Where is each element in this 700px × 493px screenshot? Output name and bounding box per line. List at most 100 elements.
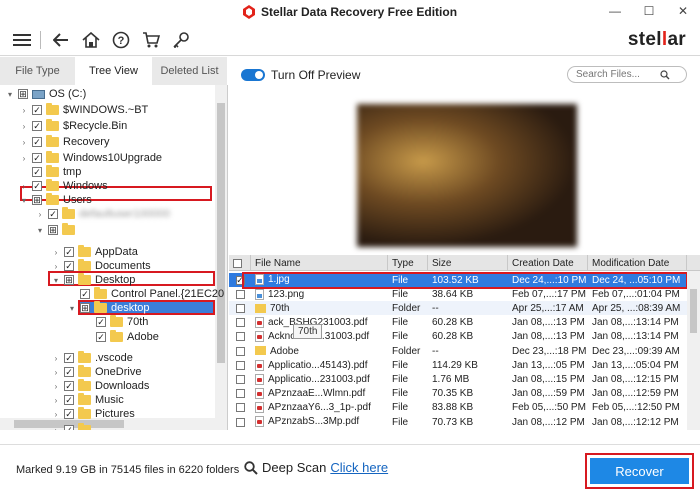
select-all-checkbox[interactable] — [233, 258, 242, 268]
tree-item[interactable]: ✓ Control Panel.{21EC20 — [68, 287, 224, 301]
tree-item-checkbox[interactable]: ⊞ — [64, 275, 74, 285]
tree-item-checkbox[interactable]: ✓ — [64, 425, 74, 430]
tree-item[interactable]: › ✓ .vscode — [52, 351, 133, 365]
tree-item-checkbox[interactable]: ✓ — [64, 353, 74, 363]
column-header-creation-date[interactable]: Creation Date — [508, 255, 588, 271]
tree-item-checkbox[interactable]: ✓ — [64, 409, 74, 419]
tree-scroll-thumb[interactable] — [217, 103, 225, 363]
tree-item[interactable]: ✓ tmp — [20, 165, 81, 179]
tab-deleted-list[interactable]: Deleted List — [152, 57, 228, 85]
file-row-checkbox[interactable] — [235, 332, 245, 342]
expand-arrow-icon[interactable]: › — [52, 410, 60, 419]
search-box[interactable] — [567, 66, 687, 83]
file-row-checkbox[interactable] — [235, 303, 245, 313]
file-row-checkbox-cell[interactable] — [229, 346, 251, 356]
tree-item-checkbox[interactable]: ⊞ — [80, 303, 90, 313]
column-header-size[interactable]: Size — [428, 255, 508, 271]
expand-arrow-icon[interactable]: › — [52, 354, 60, 363]
expand-arrow-icon[interactable]: › — [52, 248, 60, 257]
search-icon[interactable] — [660, 69, 670, 80]
file-row-checkbox-cell[interactable] — [229, 289, 251, 299]
tree-item[interactable]: › ✓ Windows — [20, 179, 108, 193]
tree-item[interactable]: ▾ ⊞ Desktop — [52, 273, 135, 287]
tree-item-checkbox[interactable]: ✓ — [64, 261, 74, 271]
tree-item[interactable]: › ✓ Downloads — [52, 379, 149, 393]
preview-toggle[interactable] — [241, 69, 265, 81]
file-row-checkbox-cell[interactable] — [229, 389, 251, 399]
recover-button[interactable]: Recover — [590, 458, 689, 484]
tree-item-checkbox[interactable]: ✓ — [48, 209, 58, 219]
file-row[interactable]: Applicatio...45143).pdf File 114.29 KB Jan … — [229, 358, 687, 372]
search-input[interactable] — [576, 69, 660, 80]
tree-item[interactable]: › ✓ Documents — [52, 259, 151, 273]
file-row-checkbox-cell[interactable] — [229, 360, 251, 370]
tree-item[interactable]: ▾ ⊞ — [36, 223, 79, 237]
tree-item-checkbox[interactable]: ✓ — [32, 137, 42, 147]
tree-item[interactable]: › ✓ Recovery — [20, 135, 109, 149]
deep-scan-link[interactable]: Click here — [330, 460, 388, 475]
tree-item[interactable]: ✓ 70th — [84, 315, 148, 329]
expand-arrow-icon[interactable]: › — [20, 138, 28, 147]
tree-item-checkbox[interactable]: ✓ — [32, 181, 42, 191]
maximize-button[interactable]: ☐ — [632, 0, 666, 22]
tree-item-checkbox[interactable]: ⊞ — [18, 89, 28, 99]
tree-item[interactable]: › ✓ OneDrive — [52, 365, 141, 379]
tree-item-checkbox[interactable]: ✓ — [64, 247, 74, 257]
expand-arrow-icon[interactable] — [20, 168, 28, 176]
tree-item-checkbox[interactable]: ✓ — [32, 105, 42, 115]
expand-arrow-icon[interactable] — [68, 290, 76, 298]
file-row[interactable]: APznzaaE...Wlmn.pdf File 70.35 KB Jan 08,..… — [229, 387, 687, 401]
tree-item[interactable]: ▾ ⊞ desktop — [68, 301, 150, 315]
file-row[interactable]: Adobe Folder -- Dec 23,...:18 PM Dec 23,...:… — [229, 344, 687, 358]
tab-file-type[interactable]: File Type — [0, 57, 76, 85]
expand-arrow-icon[interactable]: › — [20, 182, 28, 191]
cart-icon[interactable] — [137, 26, 165, 54]
tree-item-checkbox[interactable]: ✓ — [64, 367, 74, 377]
tree-item[interactable]: › ✓ defaultuser100000 — [36, 207, 170, 221]
tree-item[interactable]: › ✓ Pictures — [52, 407, 135, 421]
expand-arrow-icon[interactable]: › — [52, 396, 60, 405]
file-row[interactable]: 70th Folder -- Apr 25,...:17 AM Apr 25, ...:… — [229, 301, 687, 316]
file-row[interactable]: APznzabS...3Mp.pdf File 70.73 KB Jan 08,...… — [229, 415, 687, 429]
collapse-arrow-icon[interactable]: ▾ — [52, 276, 60, 285]
tree-item[interactable]: ✓ Adobe — [84, 330, 159, 344]
expand-arrow-icon[interactable] — [84, 318, 92, 326]
tab-tree-view[interactable]: Tree View — [76, 57, 152, 85]
tree-item-checkbox[interactable]: ✓ — [64, 395, 74, 405]
column-header-name[interactable]: File Name — [251, 255, 388, 271]
column-header-modification-date[interactable]: Modification Date — [588, 255, 687, 271]
tree-item[interactable]: › ✓ Windows10Upgrade — [20, 151, 162, 165]
file-row-checkbox-cell[interactable] — [229, 318, 251, 328]
file-row-checkbox-cell[interactable] — [229, 374, 251, 384]
file-row[interactable]: 123.png File 38.64 KB Feb 07,...:17 PM Feb 0… — [229, 287, 687, 301]
tree-item-checkbox[interactable]: ⊞ — [48, 225, 58, 235]
tree-item-checkbox[interactable]: ✓ — [32, 167, 42, 177]
file-row[interactable]: APznzaYs1...cOpnl.pdfFile290.29 KBFeb 16… — [229, 429, 687, 430]
tree-item-checkbox[interactable]: ⊞ — [32, 195, 42, 205]
help-icon[interactable]: ? — [107, 26, 135, 54]
select-all-header[interactable] — [229, 255, 251, 271]
tree-item[interactable]: › ✓ $Recycle.Bin — [20, 119, 127, 133]
file-row[interactable]: Applicatio...231003.pdf File 1.76 MB Jan 08… — [229, 372, 687, 386]
collapse-arrow-icon[interactable]: ▾ — [68, 304, 76, 313]
expand-arrow-icon[interactable]: › — [36, 210, 44, 219]
tree-item[interactable]: › ✓ AppData — [52, 245, 138, 259]
file-row-checkbox-cell[interactable] — [229, 303, 251, 313]
back-arrow-icon[interactable] — [47, 26, 75, 54]
file-row-checkbox[interactable] — [235, 360, 245, 370]
home-icon[interactable] — [77, 26, 105, 54]
tree-item[interactable]: › ✓ $WINDOWS.~BT — [20, 103, 148, 117]
file-row-checkbox[interactable] — [235, 389, 245, 399]
tree-item-checkbox[interactable]: ✓ — [64, 381, 74, 391]
expand-arrow-icon[interactable]: › — [20, 154, 28, 163]
file-row-checkbox[interactable] — [235, 318, 245, 328]
expand-arrow-icon[interactable]: › — [20, 122, 28, 131]
menu-icon[interactable] — [8, 26, 36, 54]
file-row-checkbox[interactable] — [235, 403, 245, 413]
file-row-checkbox-cell[interactable] — [229, 332, 251, 342]
minimize-button[interactable]: — — [598, 0, 632, 22]
file-row-checkbox[interactable] — [235, 374, 245, 384]
expand-arrow-icon[interactable] — [84, 333, 92, 341]
file-row-checkbox[interactable] — [235, 417, 245, 427]
tree-item-checkbox[interactable]: ✓ — [80, 289, 90, 299]
